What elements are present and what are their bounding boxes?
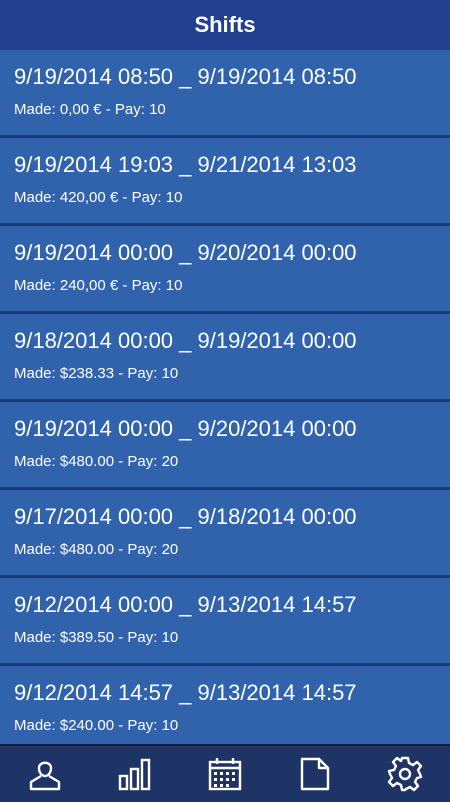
shift-date-range: 9/19/2014 08:50 _ 9/19/2014 08:50 <box>14 64 357 89</box>
bottom-tab-bar <box>0 744 450 802</box>
tab-statistics[interactable] <box>105 746 165 802</box>
shift-date-range: 9/19/2014 19:03 _ 9/21/2014 13:03 <box>14 152 357 177</box>
shift-list-item[interactable]: 9/19/2014 19:03 _ 9/21/2014 13:03 Made: … <box>0 138 450 226</box>
shift-earnings: Made: $389.50 - Pay: 10 <box>14 629 179 646</box>
shift-list-item[interactable]: 9/19/2014 00:00 _ 9/20/2014 00:00 Made: … <box>0 226 450 314</box>
shift-date-range: 9/19/2014 00:00 _ 9/20/2014 00:00 <box>14 416 357 441</box>
shift-earnings: Made: $238.33 - Pay: 10 <box>14 365 179 382</box>
page-title: Shifts <box>194 12 256 37</box>
tab-profile[interactable] <box>15 746 75 802</box>
tab-calendar[interactable] <box>195 746 255 802</box>
shift-list[interactable]: 9/19/2014 08:50 _ 9/19/2014 08:50 Made: … <box>0 50 450 744</box>
tab-reports[interactable] <box>285 746 345 802</box>
tab-settings[interactable] <box>375 746 435 802</box>
shift-list-item[interactable]: 9/19/2014 08:50 _ 9/19/2014 08:50 Made: … <box>0 50 450 138</box>
shift-earnings: Made: 240,00 € - Pay: 10 <box>14 277 183 294</box>
profile-icon <box>29 761 61 791</box>
shift-earnings: Made: $240.00 - Pay: 10 <box>14 717 179 734</box>
shift-date-range: 9/19/2014 00:00 _ 9/20/2014 00:00 <box>14 240 357 265</box>
shift-list-item[interactable]: 9/17/2014 00:00 _ 9/18/2014 00:00 Made: … <box>0 490 450 578</box>
app-header: Shifts <box>0 0 450 50</box>
shift-earnings: Made: $480.00 - Pay: 20 <box>14 541 179 558</box>
gear-icon <box>387 756 423 792</box>
shift-earnings: Made: 420,00 € - Pay: 10 <box>14 189 183 206</box>
shift-date-range: 9/18/2014 00:00 _ 9/19/2014 00:00 <box>14 328 357 353</box>
shift-list-item[interactable]: 9/19/2014 00:00 _ 9/20/2014 00:00 Made: … <box>0 402 450 490</box>
calendar-icon <box>208 758 242 791</box>
document-icon <box>300 757 330 791</box>
shift-earnings: Made: $480.00 - Pay: 20 <box>14 453 179 470</box>
shift-list-item[interactable]: 9/12/2014 00:00 _ 9/13/2014 14:57 Made: … <box>0 578 450 666</box>
chart-icon <box>118 758 151 791</box>
shift-date-range: 9/17/2014 00:00 _ 9/18/2014 00:00 <box>14 504 357 529</box>
shift-list-item[interactable]: 9/12/2014 14:57 _ 9/13/2014 14:57 Made: … <box>0 666 450 744</box>
shift-list-item[interactable]: 9/18/2014 00:00 _ 9/19/2014 00:00 Made: … <box>0 314 450 402</box>
shift-date-range: 9/12/2014 00:00 _ 9/13/2014 14:57 <box>14 592 357 617</box>
shift-earnings: Made: 0,00 € - Pay: 10 <box>14 101 166 118</box>
shift-date-range: 9/12/2014 14:57 _ 9/13/2014 14:57 <box>14 680 357 705</box>
